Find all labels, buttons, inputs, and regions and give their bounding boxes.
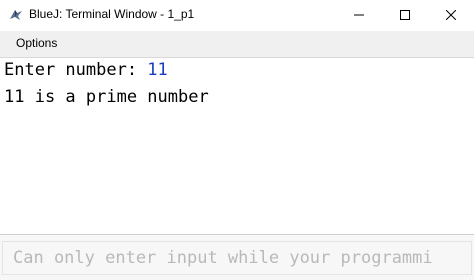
maximize-button[interactable]	[382, 0, 428, 31]
terminal-input-field[interactable]	[2, 241, 472, 275]
input-bar	[0, 235, 474, 280]
terminal-line: Enter number: 11	[4, 59, 168, 81]
minimize-icon	[354, 7, 364, 25]
bluej-bird-icon	[8, 7, 24, 23]
terminal-line: 11 is a prime number	[4, 87, 209, 107]
menu-bar: Options	[0, 31, 474, 58]
window-title: BlueJ: Terminal Window - 1_p1	[29, 7, 195, 21]
terminal-window: BlueJ: Terminal Window - 1_p1 Options En…	[0, 0, 474, 280]
menu-options[interactable]: Options	[16, 36, 57, 50]
maximize-icon	[400, 7, 410, 25]
title-bar[interactable]: BlueJ: Terminal Window - 1_p1	[0, 0, 474, 31]
terminal-prompt: Enter number:	[4, 60, 148, 80]
terminal-output[interactable]: Enter number: 11 11 is a prime number	[0, 58, 474, 235]
close-icon	[445, 7, 457, 25]
terminal-user-input: 11	[147, 60, 168, 80]
close-button[interactable]	[428, 0, 474, 31]
minimize-button[interactable]	[336, 0, 382, 31]
